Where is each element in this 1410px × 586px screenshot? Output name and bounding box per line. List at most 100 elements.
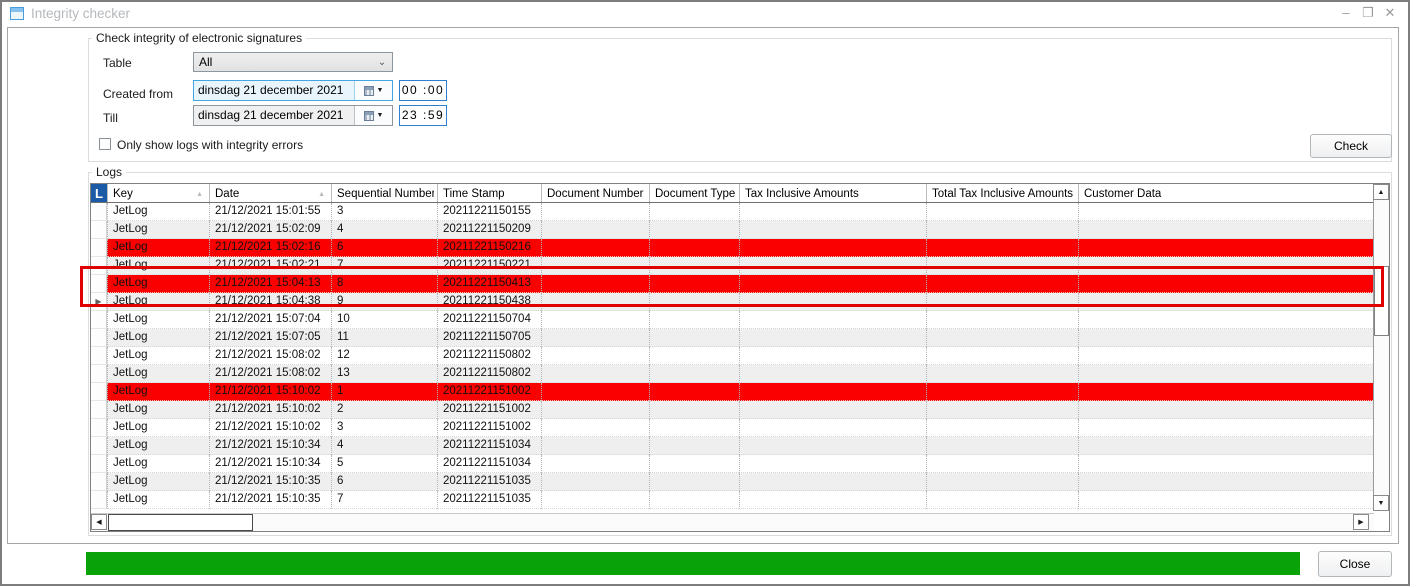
grid-cell[interactable] (739, 311, 926, 329)
grid-cell[interactable]: 21/12/2021 15:10:02 (209, 401, 331, 419)
grid-cell[interactable]: 8 (331, 275, 437, 293)
grid-cell[interactable] (649, 473, 739, 491)
log-row[interactable]: JetLog21/12/2021 15:10:02120211221151002 (91, 383, 1373, 401)
row-header-cell[interactable] (91, 437, 107, 455)
grid-cell[interactable]: 7 (331, 257, 437, 275)
grid-cell[interactable] (739, 347, 926, 365)
grid-cell[interactable] (926, 239, 1078, 257)
row-header-cell[interactable] (91, 347, 107, 365)
grid-cell[interactable]: 4 (331, 221, 437, 239)
scroll-down-icon[interactable]: ▼ (1373, 495, 1389, 511)
grid-cell[interactable]: 20211221151002 (437, 401, 541, 419)
created-from-calendar-button[interactable]: ▼ (354, 81, 392, 100)
grid-cell[interactable] (649, 419, 739, 437)
grid-cell[interactable] (1078, 203, 1373, 221)
grid-cell[interactable] (1078, 437, 1373, 455)
row-header-cell[interactable] (91, 383, 107, 401)
row-header-cell[interactable] (91, 419, 107, 437)
grid-cell[interactable] (926, 401, 1078, 419)
integrity-errors-checkbox[interactable] (99, 138, 111, 150)
grid-cell[interactable] (739, 491, 926, 509)
grid-cell[interactable]: 21/12/2021 15:04:13 (209, 275, 331, 293)
log-row[interactable]: JetLog21/12/2021 15:08:02132021122115080… (91, 365, 1373, 383)
scroll-up-icon[interactable]: ▲ (1373, 184, 1389, 200)
grid-cell[interactable]: JetLog (107, 383, 209, 401)
grid-cell[interactable] (1078, 293, 1373, 311)
grid-cell[interactable]: JetLog (107, 239, 209, 257)
grid-cell[interactable] (739, 329, 926, 347)
grid-cell[interactable] (541, 293, 649, 311)
grid-cell[interactable]: 20211221151035 (437, 473, 541, 491)
grid-cell[interactable] (541, 311, 649, 329)
grid-cell[interactable] (926, 365, 1078, 383)
grid-cell[interactable] (541, 239, 649, 257)
scroll-left-icon[interactable]: ◀ (91, 514, 107, 530)
grid-cell[interactable] (926, 437, 1078, 455)
grid-cell[interactable] (541, 329, 649, 347)
grid-cell[interactable]: 21/12/2021 15:10:35 (209, 473, 331, 491)
grid-cell[interactable]: JetLog (107, 221, 209, 239)
grid-cell[interactable]: JetLog (107, 419, 209, 437)
grid-cell[interactable] (649, 311, 739, 329)
till-time-input[interactable]: 23 :59 (399, 105, 447, 126)
grid-cell[interactable] (926, 311, 1078, 329)
grid-cell[interactable]: 20211221151002 (437, 419, 541, 437)
grid-cell[interactable] (541, 383, 649, 401)
grid-cell[interactable]: 21/12/2021 15:02:16 (209, 239, 331, 257)
log-row[interactable]: JetLog21/12/2021 15:10:35720211221151035 (91, 491, 1373, 509)
grid-cell[interactable] (541, 203, 649, 221)
grid-cell[interactable]: 21/12/2021 15:02:21 (209, 257, 331, 275)
row-header-cell[interactable] (91, 491, 107, 509)
grid-cell[interactable] (541, 221, 649, 239)
grid-cell[interactable]: JetLog (107, 437, 209, 455)
grid-cell[interactable] (1078, 275, 1373, 293)
grid-cell[interactable]: 20211221150438 (437, 293, 541, 311)
grid-cell[interactable] (739, 293, 926, 311)
grid-cell[interactable]: 21/12/2021 15:02:09 (209, 221, 331, 239)
log-row[interactable]: JetLog21/12/2021 15:10:34420211221151034 (91, 437, 1373, 455)
log-row[interactable]: JetLog21/12/2021 15:07:04102021122115070… (91, 311, 1373, 329)
grid-cell[interactable]: 4 (331, 437, 437, 455)
horizontal-scrollbar[interactable]: ◀ ▶ (91, 513, 1374, 531)
table-select[interactable]: All ⌄ (193, 52, 393, 72)
grid-cell[interactable]: 1 (331, 383, 437, 401)
grid-cell[interactable]: JetLog (107, 329, 209, 347)
grid-cell[interactable]: 3 (331, 203, 437, 221)
grid-cell[interactable]: 21/12/2021 15:07:05 (209, 329, 331, 347)
row-header-cell[interactable] (91, 239, 107, 257)
grid-cell[interactable] (649, 455, 739, 473)
grid-corner-cell[interactable]: L (91, 184, 107, 202)
grid-cell[interactable]: 21/12/2021 15:04:38 (209, 293, 331, 311)
row-header-cell[interactable] (91, 329, 107, 347)
log-row[interactable]: JetLog21/12/2021 15:02:09420211221150209 (91, 221, 1373, 239)
grid-cell[interactable] (541, 365, 649, 383)
till-calendar-button[interactable]: ▼ (354, 106, 392, 125)
grid-cell[interactable] (541, 491, 649, 509)
grid-cell[interactable] (926, 329, 1078, 347)
grid-cell[interactable]: 9 (331, 293, 437, 311)
maximize-icon[interactable]: ❐ (1360, 4, 1376, 22)
horizontal-scroll-thumb[interactable] (108, 514, 253, 531)
grid-cell[interactable] (1078, 491, 1373, 509)
column-header[interactable]: Document Number (541, 184, 649, 202)
grid-cell[interactable] (739, 221, 926, 239)
grid-cell[interactable] (649, 275, 739, 293)
grid-cell[interactable]: JetLog (107, 365, 209, 383)
log-row[interactable]: JetLog21/12/2021 15:02:21720211221150221 (91, 257, 1373, 275)
grid-cell[interactable] (541, 257, 649, 275)
vertical-scroll-thumb[interactable] (1374, 266, 1389, 336)
grid-cell[interactable] (649, 257, 739, 275)
grid-cell[interactable]: 20211221151034 (437, 437, 541, 455)
row-header-cell[interactable] (91, 275, 107, 293)
grid-cell[interactable]: 21/12/2021 15:10:02 (209, 383, 331, 401)
log-row[interactable]: JetLog21/12/2021 15:01:55320211221150155 (91, 203, 1373, 221)
grid-cell[interactable]: 21/12/2021 15:10:34 (209, 437, 331, 455)
grid-cell[interactable] (649, 347, 739, 365)
grid-cell[interactable]: 20211221151034 (437, 455, 541, 473)
grid-cell[interactable]: JetLog (107, 473, 209, 491)
column-header[interactable]: Total Tax Inclusive Amounts (926, 184, 1078, 202)
grid-cell[interactable]: JetLog (107, 257, 209, 275)
grid-cell[interactable]: JetLog (107, 293, 209, 311)
grid-cell[interactable] (739, 239, 926, 257)
grid-cell[interactable] (926, 473, 1078, 491)
